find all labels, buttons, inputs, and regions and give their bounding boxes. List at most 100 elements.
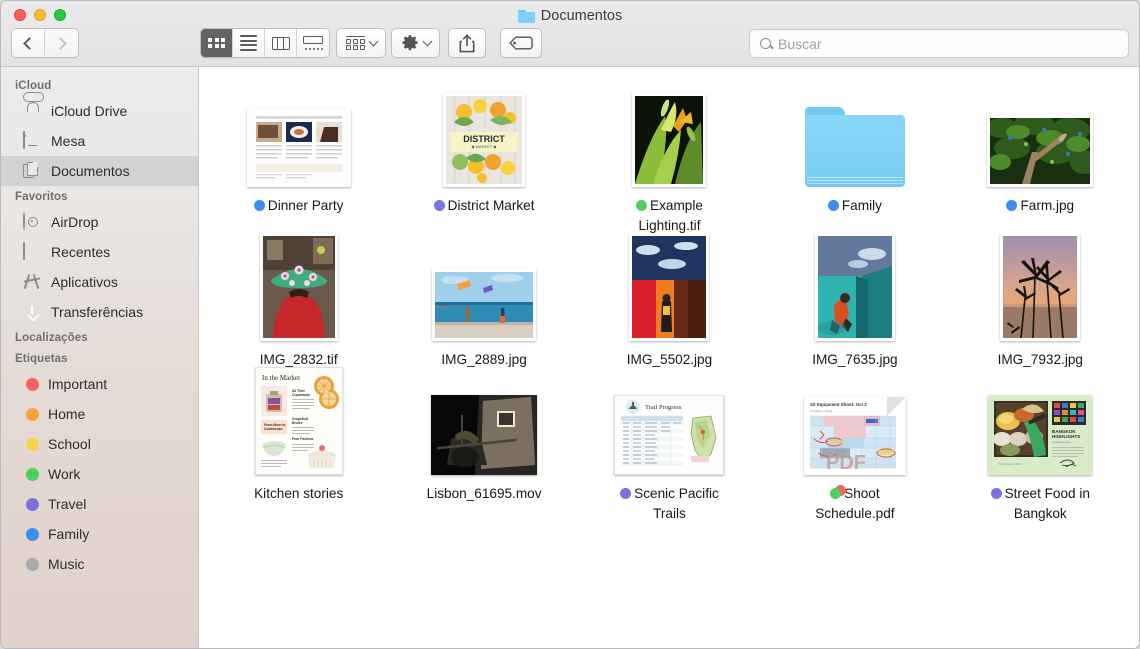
svg-text:The markets of 2021: The markets of 2021 — [998, 462, 1022, 466]
recents-icon — [23, 243, 42, 261]
gear-icon — [401, 34, 419, 52]
file-thumbnail: In the Market All Thee Cupboards — [239, 379, 359, 475]
action-button[interactable] — [391, 28, 440, 58]
file-thumbnail — [795, 91, 915, 187]
file-item[interactable]: IMG_7635.jpg — [762, 235, 947, 369]
file-item[interactable]: IMG_5502.jpg — [577, 235, 762, 369]
icon-view-button[interactable] — [201, 29, 233, 57]
sidebar-item-tag-travel[interactable]: Travel — [1, 489, 198, 519]
finder-window: Documentos — [0, 0, 1140, 649]
file-thumbnail — [239, 91, 359, 187]
forward-button[interactable] — [45, 29, 78, 57]
search-icon — [760, 38, 771, 49]
sidebar-item-label: Documentos — [51, 163, 130, 179]
sidebar-item-tag-family[interactable]: Family — [1, 519, 198, 549]
sidebar-item-tag-home[interactable]: Home — [1, 399, 198, 429]
file-name: IMG_2889.jpg — [441, 352, 526, 367]
sidebar-item-tag-school[interactable]: School — [1, 429, 198, 459]
file-label: Kitchen stories — [237, 484, 361, 503]
group-by-button[interactable] — [336, 28, 386, 58]
gallery-view-button[interactable] — [297, 29, 329, 57]
sidebar-item-label: Work — [48, 466, 80, 482]
sidebar-item-airdrop[interactable]: AirDrop — [1, 207, 198, 237]
file-label: Lisbon_61695.mov — [422, 484, 546, 503]
sidebar-item-tag-important[interactable]: Important — [1, 369, 198, 399]
svg-text:PDF: PDF — [826, 452, 866, 474]
file-item[interactable]: Trail Progress — [577, 369, 762, 523]
sidebar-item-mesa[interactable]: Mesa — [1, 126, 198, 156]
chevron-right-icon — [54, 37, 67, 50]
file-grid-area[interactable]: Dinner Party DISTRICT ◆ MARKET ◆ — [200, 67, 1139, 648]
list-icon — [240, 35, 257, 51]
file-item[interactable]: Example Lighting.tif — [577, 81, 762, 235]
downloads-icon — [23, 303, 42, 321]
file-item[interactable]: DISTRICT ◆ MARKET ◆ District Market — [391, 81, 576, 235]
tag-dot-icon — [636, 197, 647, 216]
tag-dot-icon — [991, 485, 1002, 504]
file-item[interactable]: Sit Equipment Shoot: Oct 2 October [v 20… — [762, 369, 947, 523]
file-thumbnail — [795, 245, 915, 341]
sidebar-item-label: Recentes — [51, 244, 110, 260]
file-thumbnail — [424, 245, 544, 341]
file-item[interactable]: Farm.jpg — [948, 81, 1133, 235]
sidebar-section-favoritos: Favoritos — [1, 186, 198, 207]
search-input[interactable] — [778, 36, 1118, 52]
file-item[interactable]: IMG_2832.tif — [206, 235, 391, 369]
file-name: District Market — [448, 198, 535, 213]
view-mode-switcher — [200, 28, 330, 58]
sidebar-item-recentes[interactable]: Recentes — [1, 237, 198, 267]
svg-text:HIGHLIGHTS: HIGHLIGHTS — [1052, 434, 1080, 439]
sidebar-item-label: Transferências — [51, 304, 143, 320]
chevron-left-icon — [23, 37, 36, 50]
file-item[interactable]: Lisbon_61695.mov — [391, 369, 576, 523]
toolbar: Documentos — [1, 1, 1139, 67]
file-item[interactable]: Family — [762, 81, 947, 235]
file-item[interactable]: In the Market All Thee Cupboards — [206, 369, 391, 523]
group-icon — [346, 36, 365, 51]
sidebar-item-icloud-drive[interactable]: iCloud Drive — [1, 96, 198, 126]
airdrop-icon — [23, 213, 42, 231]
file-item[interactable]: IMG_2889.jpg — [391, 235, 576, 369]
search-field[interactable] — [749, 29, 1129, 58]
file-name: IMG_7635.jpg — [812, 352, 897, 367]
sidebar-item-transferencias[interactable]: Transferências — [1, 297, 198, 327]
file-item[interactable]: Dinner Party — [206, 81, 391, 235]
sidebar-item-documentos[interactable]: Documentos — [1, 156, 198, 186]
list-view-button[interactable] — [233, 29, 265, 57]
file-name: Lisbon_61695.mov — [427, 486, 542, 501]
file-label: Scenic Pacific Trails — [607, 484, 731, 523]
tag-dot-icon — [26, 438, 39, 451]
file-thumbnail: Sit Equipment Shoot: Oct 2 October [v 20… — [795, 379, 915, 475]
sidebar-item-label: Travel — [48, 496, 86, 512]
column-view-button[interactable] — [265, 29, 297, 57]
file-thumbnail — [980, 245, 1100, 341]
tag-dot-icon — [26, 528, 39, 541]
sidebar-item-label: School — [48, 436, 91, 452]
share-button[interactable] — [448, 28, 486, 58]
file-name: Shoot Schedule.pdf — [815, 486, 894, 521]
file-item[interactable]: IMG_7932.jpg — [948, 235, 1133, 369]
applications-icon — [23, 273, 42, 291]
sidebar-item-label: iCloud Drive — [51, 103, 127, 119]
file-thumbnail: DISTRICT ◆ MARKET ◆ — [424, 91, 544, 187]
page-curl-icon — [887, 397, 906, 416]
svg-text:Brulee: Brulee — [292, 421, 303, 425]
sidebar-item-label: Family — [48, 526, 89, 542]
svg-text:A culinary journey: A culinary journey — [1052, 441, 1072, 444]
tag-dot-icon — [26, 408, 39, 421]
tags-button[interactable] — [500, 28, 542, 58]
file-label: Shoot Schedule.pdf — [793, 484, 917, 523]
pdf-document-icon: Sit Equipment Shoot: Oct 2 October [v 20… — [804, 397, 906, 475]
sidebar-item-aplicativos[interactable]: Aplicativos — [1, 267, 198, 297]
file-thumbnail — [980, 91, 1100, 187]
window-title: Documentos — [1, 5, 1139, 27]
file-item[interactable]: BANGKOK HIGHLIGHTS A culinary journey Th… — [948, 369, 1133, 523]
sidebar-item-tag-work[interactable]: Work — [1, 459, 198, 489]
back-button[interactable] — [12, 29, 45, 57]
sidebar-item-tag-music[interactable]: Music — [1, 549, 198, 579]
share-icon — [459, 34, 475, 53]
svg-text:Cupboards: Cupboards — [292, 393, 310, 397]
file-label: IMG_5502.jpg — [607, 350, 731, 369]
svg-text:October [v 2021]: October [v 2021] — [810, 409, 832, 413]
tag-dot-icon — [830, 485, 841, 504]
